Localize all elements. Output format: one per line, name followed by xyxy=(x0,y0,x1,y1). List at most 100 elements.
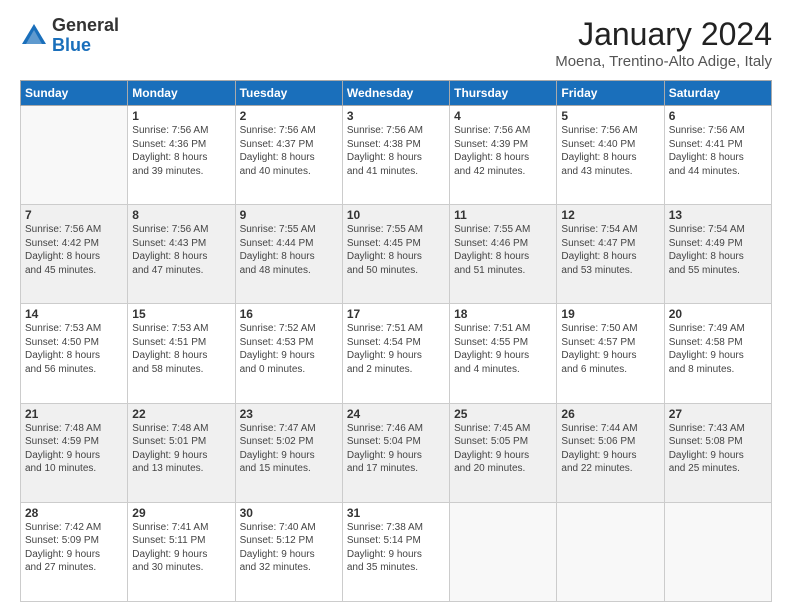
day-number: 16 xyxy=(240,307,338,321)
day-info: Sunrise: 7:38 AMSunset: 5:14 PMDaylight:… xyxy=(347,521,445,575)
day-number: 2 xyxy=(240,109,338,123)
calendar-week-row: 14Sunrise: 7:53 AMSunset: 4:50 PMDayligh… xyxy=(21,304,772,403)
calendar-header-row: SundayMondayTuesdayWednesdayThursdayFrid… xyxy=(21,81,772,106)
day-number: 6 xyxy=(669,109,767,123)
day-number: 18 xyxy=(454,307,552,321)
calendar-week-row: 21Sunrise: 7:48 AMSunset: 4:59 PMDayligh… xyxy=(21,403,772,502)
calendar-day-cell xyxy=(664,502,771,601)
day-info: Sunrise: 7:55 AMSunset: 4:45 PMDaylight:… xyxy=(347,223,445,277)
day-number: 4 xyxy=(454,109,552,123)
day-number: 25 xyxy=(454,407,552,421)
day-info: Sunrise: 7:51 AMSunset: 4:55 PMDaylight:… xyxy=(454,322,552,376)
calendar-day-cell: 23Sunrise: 7:47 AMSunset: 5:02 PMDayligh… xyxy=(235,403,342,502)
day-number: 19 xyxy=(561,307,659,321)
day-info: Sunrise: 7:41 AMSunset: 5:11 PMDaylight:… xyxy=(132,521,230,575)
day-info: Sunrise: 7:53 AMSunset: 4:50 PMDaylight:… xyxy=(25,322,123,376)
calendar-day-cell: 7Sunrise: 7:56 AMSunset: 4:42 PMDaylight… xyxy=(21,205,128,304)
day-number: 11 xyxy=(454,208,552,222)
day-info: Sunrise: 7:49 AMSunset: 4:58 PMDaylight:… xyxy=(669,322,767,376)
calendar-day-cell: 19Sunrise: 7:50 AMSunset: 4:57 PMDayligh… xyxy=(557,304,664,403)
day-number: 30 xyxy=(240,506,338,520)
calendar-day-cell: 13Sunrise: 7:54 AMSunset: 4:49 PMDayligh… xyxy=(664,205,771,304)
day-info: Sunrise: 7:52 AMSunset: 4:53 PMDaylight:… xyxy=(240,322,338,376)
day-info: Sunrise: 7:56 AMSunset: 4:36 PMDaylight:… xyxy=(132,124,230,178)
calendar: SundayMondayTuesdayWednesdayThursdayFrid… xyxy=(20,80,772,602)
calendar-day-cell: 12Sunrise: 7:54 AMSunset: 4:47 PMDayligh… xyxy=(557,205,664,304)
calendar-day-cell: 22Sunrise: 7:48 AMSunset: 5:01 PMDayligh… xyxy=(128,403,235,502)
logo-icon xyxy=(20,22,48,50)
calendar-day-cell: 27Sunrise: 7:43 AMSunset: 5:08 PMDayligh… xyxy=(664,403,771,502)
weekday-header: Thursday xyxy=(450,81,557,106)
calendar-week-row: 1Sunrise: 7:56 AMSunset: 4:36 PMDaylight… xyxy=(21,106,772,205)
weekday-header: Wednesday xyxy=(342,81,449,106)
calendar-day-cell: 20Sunrise: 7:49 AMSunset: 4:58 PMDayligh… xyxy=(664,304,771,403)
calendar-day-cell: 29Sunrise: 7:41 AMSunset: 5:11 PMDayligh… xyxy=(128,502,235,601)
day-number: 3 xyxy=(347,109,445,123)
weekday-header: Saturday xyxy=(664,81,771,106)
location: Moena, Trentino-Alto Adige, Italy xyxy=(555,53,772,70)
day-info: Sunrise: 7:55 AMSunset: 4:44 PMDaylight:… xyxy=(240,223,338,277)
day-info: Sunrise: 7:48 AMSunset: 4:59 PMDaylight:… xyxy=(25,422,123,476)
calendar-day-cell: 8Sunrise: 7:56 AMSunset: 4:43 PMDaylight… xyxy=(128,205,235,304)
day-info: Sunrise: 7:40 AMSunset: 5:12 PMDaylight:… xyxy=(240,521,338,575)
day-number: 21 xyxy=(25,407,123,421)
day-number: 12 xyxy=(561,208,659,222)
day-info: Sunrise: 7:44 AMSunset: 5:06 PMDaylight:… xyxy=(561,422,659,476)
calendar-day-cell: 17Sunrise: 7:51 AMSunset: 4:54 PMDayligh… xyxy=(342,304,449,403)
day-info: Sunrise: 7:56 AMSunset: 4:38 PMDaylight:… xyxy=(347,124,445,178)
calendar-day-cell: 28Sunrise: 7:42 AMSunset: 5:09 PMDayligh… xyxy=(21,502,128,601)
day-info: Sunrise: 7:42 AMSunset: 5:09 PMDaylight:… xyxy=(25,521,123,575)
weekday-header: Tuesday xyxy=(235,81,342,106)
calendar-day-cell: 14Sunrise: 7:53 AMSunset: 4:50 PMDayligh… xyxy=(21,304,128,403)
day-info: Sunrise: 7:56 AMSunset: 4:40 PMDaylight:… xyxy=(561,124,659,178)
day-number: 24 xyxy=(347,407,445,421)
day-info: Sunrise: 7:54 AMSunset: 4:49 PMDaylight:… xyxy=(669,223,767,277)
day-number: 9 xyxy=(240,208,338,222)
calendar-day-cell xyxy=(450,502,557,601)
calendar-week-row: 28Sunrise: 7:42 AMSunset: 5:09 PMDayligh… xyxy=(21,502,772,601)
calendar-day-cell: 15Sunrise: 7:53 AMSunset: 4:51 PMDayligh… xyxy=(128,304,235,403)
calendar-week-row: 7Sunrise: 7:56 AMSunset: 4:42 PMDaylight… xyxy=(21,205,772,304)
calendar-day-cell: 5Sunrise: 7:56 AMSunset: 4:40 PMDaylight… xyxy=(557,106,664,205)
day-number: 7 xyxy=(25,208,123,222)
calendar-day-cell: 30Sunrise: 7:40 AMSunset: 5:12 PMDayligh… xyxy=(235,502,342,601)
day-info: Sunrise: 7:45 AMSunset: 5:05 PMDaylight:… xyxy=(454,422,552,476)
day-info: Sunrise: 7:56 AMSunset: 4:39 PMDaylight:… xyxy=(454,124,552,178)
day-info: Sunrise: 7:50 AMSunset: 4:57 PMDaylight:… xyxy=(561,322,659,376)
day-number: 28 xyxy=(25,506,123,520)
calendar-day-cell: 9Sunrise: 7:55 AMSunset: 4:44 PMDaylight… xyxy=(235,205,342,304)
day-number: 22 xyxy=(132,407,230,421)
day-info: Sunrise: 7:51 AMSunset: 4:54 PMDaylight:… xyxy=(347,322,445,376)
day-info: Sunrise: 7:48 AMSunset: 5:01 PMDaylight:… xyxy=(132,422,230,476)
calendar-day-cell: 31Sunrise: 7:38 AMSunset: 5:14 PMDayligh… xyxy=(342,502,449,601)
day-info: Sunrise: 7:56 AMSunset: 4:41 PMDaylight:… xyxy=(669,124,767,178)
calendar-day-cell: 1Sunrise: 7:56 AMSunset: 4:36 PMDaylight… xyxy=(128,106,235,205)
day-info: Sunrise: 7:55 AMSunset: 4:46 PMDaylight:… xyxy=(454,223,552,277)
calendar-day-cell: 2Sunrise: 7:56 AMSunset: 4:37 PMDaylight… xyxy=(235,106,342,205)
day-number: 14 xyxy=(25,307,123,321)
day-info: Sunrise: 7:56 AMSunset: 4:43 PMDaylight:… xyxy=(132,223,230,277)
calendar-day-cell xyxy=(557,502,664,601)
day-info: Sunrise: 7:43 AMSunset: 5:08 PMDaylight:… xyxy=(669,422,767,476)
day-info: Sunrise: 7:47 AMSunset: 5:02 PMDaylight:… xyxy=(240,422,338,476)
calendar-day-cell: 11Sunrise: 7:55 AMSunset: 4:46 PMDayligh… xyxy=(450,205,557,304)
day-number: 15 xyxy=(132,307,230,321)
calendar-day-cell: 4Sunrise: 7:56 AMSunset: 4:39 PMDaylight… xyxy=(450,106,557,205)
day-number: 27 xyxy=(669,407,767,421)
day-number: 29 xyxy=(132,506,230,520)
day-number: 31 xyxy=(347,506,445,520)
calendar-day-cell: 21Sunrise: 7:48 AMSunset: 4:59 PMDayligh… xyxy=(21,403,128,502)
day-info: Sunrise: 7:56 AMSunset: 4:37 PMDaylight:… xyxy=(240,124,338,178)
day-number: 8 xyxy=(132,208,230,222)
weekday-header: Sunday xyxy=(21,81,128,106)
day-number: 13 xyxy=(669,208,767,222)
calendar-day-cell: 26Sunrise: 7:44 AMSunset: 5:06 PMDayligh… xyxy=(557,403,664,502)
day-number: 17 xyxy=(347,307,445,321)
day-info: Sunrise: 7:53 AMSunset: 4:51 PMDaylight:… xyxy=(132,322,230,376)
header: General Blue January 2024 Moena, Trentin… xyxy=(20,16,772,70)
title-section: January 2024 Moena, Trentino-Alto Adige,… xyxy=(555,16,772,70)
calendar-day-cell: 16Sunrise: 7:52 AMSunset: 4:53 PMDayligh… xyxy=(235,304,342,403)
calendar-day-cell: 25Sunrise: 7:45 AMSunset: 5:05 PMDayligh… xyxy=(450,403,557,502)
calendar-day-cell xyxy=(21,106,128,205)
calendar-day-cell: 18Sunrise: 7:51 AMSunset: 4:55 PMDayligh… xyxy=(450,304,557,403)
